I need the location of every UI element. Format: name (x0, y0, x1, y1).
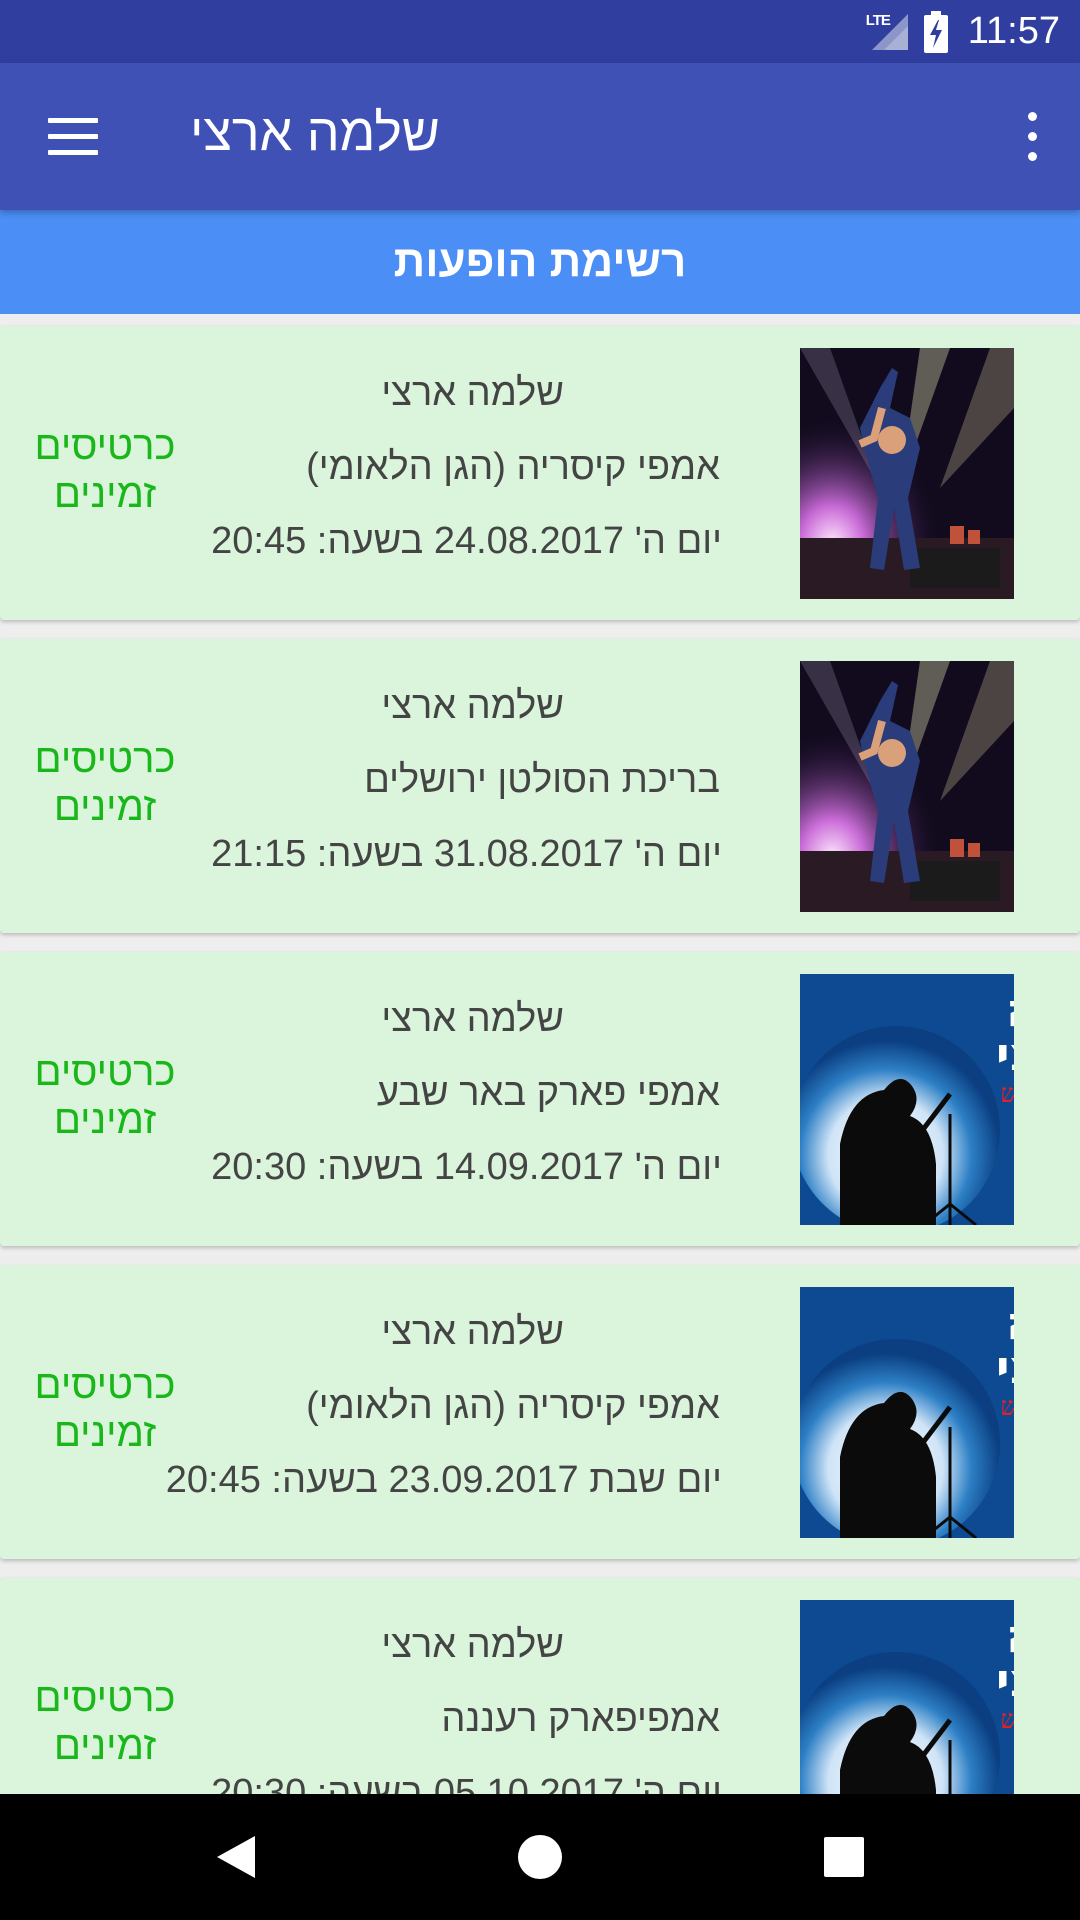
home-icon[interactable] (507, 1824, 573, 1890)
album-poster: שלמה ארצי ירח דבש (800, 1287, 1014, 1538)
concert-photo (800, 348, 1014, 599)
status-time: 11:57 (967, 10, 1060, 52)
event-venue: אמפי קיסריה (הגן הלאומי) (306, 446, 720, 488)
tickets-available-link[interactable]: כרטיסים זמינים (20, 1674, 190, 1770)
lte-signal-icon: LTE (864, 12, 910, 52)
tickets-available-link[interactable]: כרטיסים זמינים (20, 1361, 190, 1457)
system-navigation-bar (0, 1794, 1080, 1920)
more-vertical-icon[interactable] (1012, 108, 1052, 168)
page-title: שלמה ארצי (190, 104, 440, 162)
event-card[interactable]: שלמה ארצי ירח דבש שלמה ארצי אמפיפארק רענ… (0, 1578, 1080, 1794)
network-type-label: LTE (865, 11, 891, 29)
event-artist: שלמה ארצי (381, 372, 564, 414)
event-card[interactable]: שלמה ארצי ירח דבש שלמה ארצי אמפי פארק בא… (0, 952, 1080, 1246)
poster-name-line2: ארצי (996, 1653, 1014, 1707)
event-date: יום ה' 24.08.2017 בשעה: 20:45 (211, 520, 722, 562)
poster-name-line2: ארצי (996, 1340, 1014, 1394)
status-bar: LTE 11:57 (0, 0, 1080, 63)
battery-charging-icon (923, 10, 948, 53)
album-poster: שלמה ארצי ירח דבש (800, 974, 1014, 1225)
back-icon[interactable] (203, 1824, 269, 1890)
event-venue: בריכת הסולטן ירושלים (364, 759, 720, 801)
event-list[interactable]: שלמה ארצי אמפי קיסריה (הגן הלאומי) יום ה… (0, 314, 1080, 1794)
event-artist: שלמה ארצי (381, 1624, 564, 1666)
event-artist: שלמה ארצי (381, 998, 564, 1040)
event-date: יום ה' 14.09.2017 בשעה: 20:30 (211, 1146, 722, 1188)
tickets-available-link[interactable]: כרטיסים זמינים (20, 1048, 190, 1144)
recents-icon[interactable] (811, 1824, 877, 1890)
section-header: רשימת הופעות (0, 210, 1080, 314)
hamburger-menu-icon[interactable] (40, 113, 104, 161)
tickets-available-link[interactable]: כרטיסים זמינים (20, 735, 190, 831)
event-artist: שלמה ארצי (381, 685, 564, 727)
poster-script-text: ירח דבש (1000, 1079, 1014, 1109)
app-bar: שלמה ארצי (0, 63, 1080, 210)
event-venue: אמפי פארק באר שבע (376, 1072, 720, 1114)
poster-name-line2: ארצי (996, 1027, 1014, 1081)
event-card[interactable]: שלמה ארצי ירח דבש שלמה ארצי אמפי קיסריה … (0, 1265, 1080, 1559)
album-poster: שלמה ארצי ירח דבש (800, 1600, 1014, 1794)
event-card[interactable]: שלמה ארצי אמפי קיסריה (הגן הלאומי) יום ה… (0, 326, 1080, 620)
poster-script-text: ירח דבש (1000, 1392, 1014, 1422)
event-date: יום ה' 05.10.2017 בשעה: 20:30 (211, 1772, 722, 1794)
status-icons: LTE 11:57 (864, 0, 1060, 63)
poster-script-text: ירח דבש (1000, 1705, 1014, 1735)
event-date: יום ה' 31.08.2017 בשעה: 21:15 (211, 833, 722, 875)
tickets-available-link[interactable]: כרטיסים זמינים (20, 422, 190, 518)
event-card[interactable]: שלמה ארצי בריכת הסולטן ירושלים יום ה' 31… (0, 639, 1080, 933)
event-venue: אמפיפארק רעננה (441, 1698, 720, 1740)
concert-photo (800, 661, 1014, 912)
event-date: יום שבת 23.09.2017 בשעה: 20:45 (165, 1459, 722, 1501)
event-venue: אמפי קיסריה (הגן הלאומי) (306, 1385, 720, 1427)
event-artist: שלמה ארצי (381, 1311, 564, 1353)
